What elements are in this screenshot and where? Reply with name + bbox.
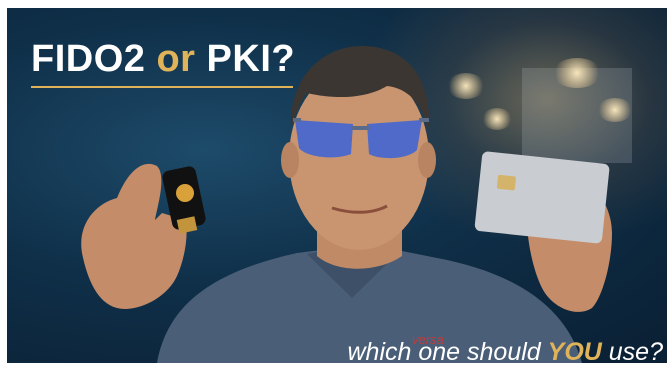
title-or: or <box>156 38 196 80</box>
security-key-button <box>176 184 194 202</box>
video-thumbnail[interactable]: versa FIDO2 or PKI? which one should YOU… <box>7 8 667 363</box>
thumbnail-title: FIDO2 or PKI? <box>31 38 295 81</box>
tagline-end: use? <box>601 338 663 363</box>
title-pki: PKI? <box>206 38 296 80</box>
smart-card-chip <box>496 174 516 191</box>
smart-card <box>474 151 610 244</box>
title-underline <box>31 86 293 88</box>
tagline-start: which one should <box>347 338 548 363</box>
title-fido2: FIDO2 <box>31 38 146 80</box>
tagline-you: YOU <box>547 338 602 363</box>
video-thumbnail-frame[interactable]: versa FIDO2 or PKI? which one should YOU… <box>0 0 672 367</box>
thumbnail-tagline: which one should YOU use? <box>348 338 664 363</box>
